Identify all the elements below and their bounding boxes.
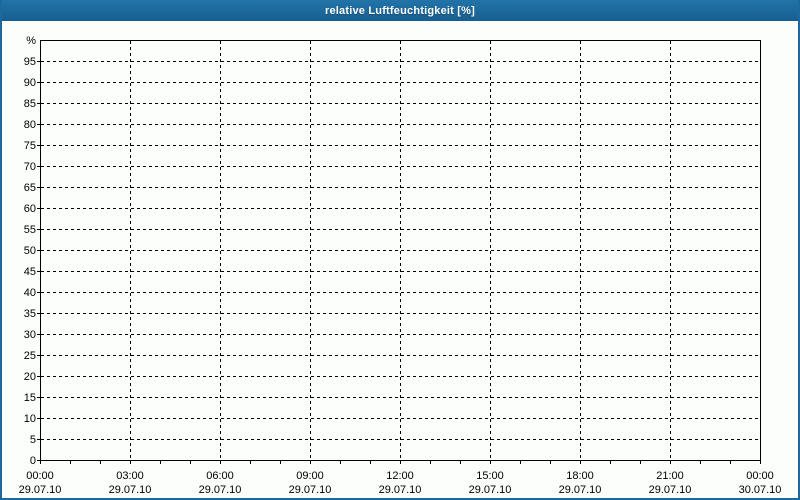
x-tick-time-label: 00:00	[746, 470, 774, 482]
y-tick-label: 40	[24, 287, 36, 299]
y-tick-label: 65	[24, 182, 36, 194]
y-tick-label: 85	[24, 98, 36, 110]
y-tick-label: 15	[24, 392, 36, 404]
y-tick-label: 45	[24, 266, 36, 278]
y-tick-label: 60	[24, 203, 36, 215]
x-tick-time-label: 15:00	[476, 470, 504, 482]
y-tick-label: 35	[24, 308, 36, 320]
x-tick-date-label: 29.07.10	[19, 484, 62, 496]
y-tick-label: 70	[24, 161, 36, 173]
y-tick-label: 80	[24, 119, 36, 131]
y-tick-label: 10	[24, 413, 36, 425]
y-tick-label: 55	[24, 224, 36, 236]
x-tick-date-label: 29.07.10	[109, 484, 152, 496]
y-tick-label: 75	[24, 140, 36, 152]
y-tick-label: 25	[24, 350, 36, 362]
y-axis-unit-label: %	[26, 35, 36, 47]
x-tick-date-label: 29.07.10	[469, 484, 512, 496]
y-tick-label: 50	[24, 245, 36, 257]
y-tick-label: 5	[30, 434, 36, 446]
x-tick-time-label: 12:00	[386, 470, 414, 482]
y-tick-label: 95	[24, 56, 36, 68]
y-tick-label: 20	[24, 371, 36, 383]
x-tick-time-label: 03:00	[116, 470, 144, 482]
x-tick-time-label: 09:00	[296, 470, 324, 482]
x-tick-date-label: 30.07.10	[739, 484, 782, 496]
x-tick-time-label: 18:00	[566, 470, 594, 482]
y-tick-label: 30	[24, 329, 36, 341]
x-tick-time-label: 06:00	[206, 470, 234, 482]
x-tick-date-label: 29.07.10	[199, 484, 242, 496]
x-tick-date-label: 29.07.10	[379, 484, 422, 496]
x-tick-date-label: 29.07.10	[559, 484, 602, 496]
chart-window: relative Luftfeuchtigkeit [%] 0510152025…	[0, 0, 800, 500]
x-tick-time-label: 00:00	[26, 470, 54, 482]
y-tick-label: 0	[30, 455, 36, 467]
humidity-chart: 0 5 10 15 20 25 30 35 40 45 50 55 60 65 70 75 80 85 90 95% 0…	[0, 0, 800, 500]
x-tick-date-label: 29.07.10	[649, 484, 692, 496]
y-tick-label: 90	[24, 77, 36, 89]
x-tick-time-label: 21:00	[656, 470, 684, 482]
x-tick-date-label: 29.07.10	[289, 484, 332, 496]
window-border-left	[0, 0, 2, 500]
